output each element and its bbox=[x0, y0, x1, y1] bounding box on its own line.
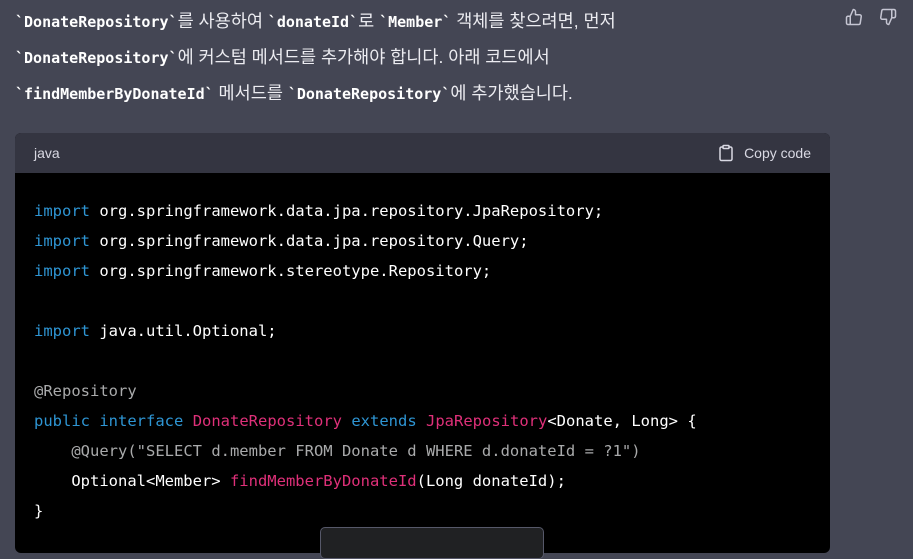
annotation: @Query bbox=[71, 442, 128, 460]
inline-code: `DonateRepository` bbox=[15, 49, 178, 67]
code-text: } bbox=[34, 502, 44, 520]
copy-code-button[interactable]: Copy code bbox=[717, 144, 811, 162]
keyword: import bbox=[34, 232, 90, 250]
message-text: 에 추가했습니다. bbox=[450, 83, 573, 103]
class-name: DonateRepository bbox=[192, 412, 342, 430]
code-text: Optional<Member> bbox=[71, 472, 230, 490]
inline-code: `Member` bbox=[379, 13, 452, 31]
code-text: org.springframework.stereotype.Repositor… bbox=[90, 262, 492, 280]
feedback-buttons bbox=[845, 8, 897, 26]
super-class-name: JpaRepository bbox=[426, 412, 548, 430]
keyword: import bbox=[34, 322, 90, 340]
code-text: java.util.Optional; bbox=[90, 322, 277, 340]
scroll-to-bottom-button[interactable] bbox=[320, 527, 544, 559]
message-text: 로 bbox=[358, 11, 380, 31]
inline-code: `DonateRepository` bbox=[15, 13, 178, 31]
copy-code-label: Copy code bbox=[744, 145, 811, 161]
thumbs-up-icon[interactable] bbox=[845, 8, 863, 26]
query-string: ("SELECT d.member FROM Donate d WHERE d.… bbox=[127, 442, 641, 460]
keyword: interface bbox=[99, 412, 184, 430]
thumbs-down-icon[interactable] bbox=[879, 8, 897, 26]
code-text: org.springframework.data.jpa.repository.… bbox=[90, 202, 604, 220]
code-text: (Long donateId); bbox=[416, 472, 566, 490]
code-text: org.springframework.data.jpa.repository.… bbox=[90, 232, 529, 250]
code-language-label: java bbox=[34, 145, 60, 161]
assistant-message-text: `DonateRepository`를 사용하여 `donateId`로 `Me… bbox=[15, 4, 835, 112]
keyword: import bbox=[34, 202, 90, 220]
message-text: 객체를 찾으려면, 먼저 bbox=[451, 11, 616, 31]
message-text: 에 커스텀 메서드를 추가해야 합니다. 아래 코드에서 bbox=[177, 47, 550, 67]
code-text: <Donate, Long> { bbox=[547, 412, 697, 430]
keyword: public bbox=[34, 412, 90, 430]
method-name: findMemberByDonateId bbox=[229, 472, 417, 490]
annotation: @Repository bbox=[34, 382, 137, 400]
message-text: 메서드를 bbox=[213, 83, 288, 103]
code-content: import org.springframework.data.jpa.repo… bbox=[15, 173, 830, 526]
inline-code: `findMemberByDonateId` bbox=[15, 85, 214, 103]
code-block-header: java Copy code bbox=[15, 133, 830, 173]
inline-code: `DonateRepository` bbox=[287, 85, 451, 103]
clipboard-icon bbox=[719, 144, 733, 162]
inline-code: `donateId` bbox=[267, 13, 359, 31]
keyword: extends bbox=[351, 412, 417, 430]
code-block: java Copy code import org.springframewor… bbox=[15, 133, 830, 553]
keyword: import bbox=[34, 262, 90, 280]
message-text: 를 사용하여 bbox=[177, 11, 268, 31]
